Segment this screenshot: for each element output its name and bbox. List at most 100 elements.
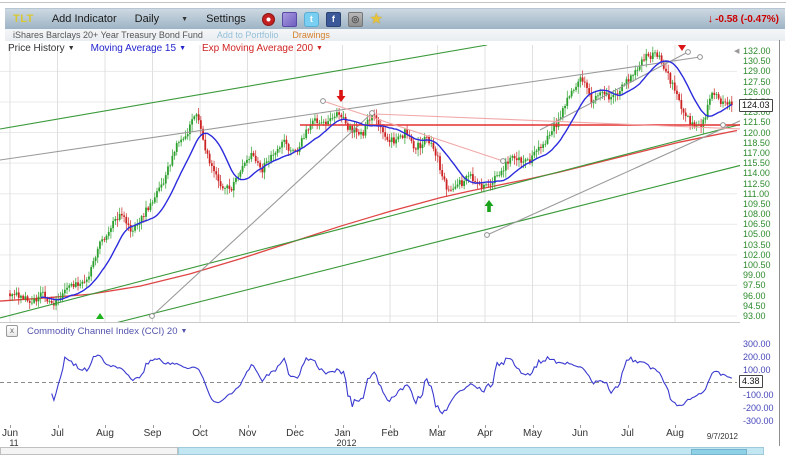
- drawing-handle[interactable]: [501, 159, 506, 164]
- candle-body: [468, 176, 470, 177]
- candle-body: [112, 221, 114, 228]
- trendline[interactable]: [0, 124, 740, 318]
- candle-body: [224, 188, 226, 189]
- exp-moving-average-dropdown[interactable]: Exp Moving Average 200 ▼: [202, 42, 323, 54]
- month-label: May: [523, 428, 542, 439]
- candle-body: [163, 184, 165, 185]
- candle-body: [727, 102, 729, 104]
- candle-body: [389, 140, 391, 142]
- drawing-handle[interactable]: [321, 99, 326, 104]
- candle-body: [158, 188, 160, 191]
- ma15-line[interactable]: [41, 61, 732, 300]
- drawing-handle[interactable]: [721, 123, 726, 128]
- add-indicator-button[interactable]: Add Indicator: [52, 13, 117, 25]
- candle-body: [507, 162, 509, 164]
- candle-body: [327, 121, 329, 124]
- cci-title[interactable]: Commodity Channel Index (CCI) 20: [27, 326, 177, 337]
- price-axis-label: 127.50: [743, 77, 771, 87]
- cci-close-button[interactable]: x: [6, 325, 18, 337]
- candle-body: [283, 140, 285, 142]
- candle-body: [448, 190, 450, 191]
- facebook-icon[interactable]: f: [326, 12, 341, 27]
- add-to-portfolio-link[interactable]: Add to Portfolio: [217, 30, 279, 40]
- interval-select[interactable]: Daily: [135, 13, 159, 25]
- price-axis-label: 111.00: [743, 189, 769, 199]
- candle-body: [566, 98, 568, 106]
- star-icon[interactable]: ★: [370, 13, 383, 26]
- candle-body: [544, 144, 546, 145]
- alarm-icon[interactable]: [262, 13, 275, 26]
- candle-body: [114, 219, 116, 221]
- candle-body: [20, 296, 22, 298]
- month-label: Feb: [381, 428, 398, 439]
- candle-body: [185, 136, 187, 138]
- trendline[interactable]: [375, 114, 740, 129]
- month-label: Jul: [621, 428, 634, 439]
- candle-body: [239, 172, 241, 177]
- candle-body: [171, 156, 173, 166]
- candle-body: [450, 190, 452, 191]
- candle-body: [724, 102, 726, 103]
- candle-body: [9, 293, 11, 296]
- annotation-arrow-down-block[interactable]: [337, 90, 346, 102]
- interval-caret-icon[interactable]: ▼: [181, 16, 188, 23]
- settings-button[interactable]: Settings: [206, 13, 246, 25]
- axis-scroll-arrow-icon[interactable]: ◀: [734, 47, 739, 55]
- candle-body: [66, 288, 68, 290]
- candle-body: [415, 148, 417, 149]
- trendline[interactable]: [540, 52, 688, 130]
- candle-body: [275, 153, 277, 155]
- annotation-arrow-down-tri[interactable]: [678, 45, 686, 51]
- ema200-line[interactable]: [0, 131, 737, 302]
- candle-body: [209, 154, 211, 164]
- scrollbar-history-zone[interactable]: [0, 447, 178, 455]
- candle-body: [417, 143, 419, 150]
- candle-body: [106, 236, 108, 240]
- drawing-handle[interactable]: [698, 55, 703, 60]
- candle-body: [110, 228, 112, 232]
- drawing-handle[interactable]: [485, 233, 490, 238]
- quote-change-text: -0.58 (-0.47%): [715, 14, 779, 25]
- candle-body: [452, 189, 454, 190]
- candle-body: [716, 94, 718, 95]
- candle-body: [360, 132, 362, 134]
- drawing-handle[interactable]: [686, 50, 691, 55]
- candle-body: [73, 284, 75, 287]
- candle-body: [62, 293, 64, 298]
- candle-body: [391, 137, 393, 142]
- candle-body: [31, 303, 33, 304]
- annotation-arrow-up-block[interactable]: [485, 200, 494, 212]
- price-chart-canvas[interactable]: [0, 45, 740, 326]
- horizontal-scrollbar[interactable]: [0, 447, 764, 455]
- drawing-handle[interactable]: [150, 314, 155, 319]
- month-label: Jul: [51, 428, 64, 439]
- price-history-dropdown[interactable]: Price History ▼: [8, 42, 75, 54]
- scrollbar-track[interactable]: [178, 447, 764, 455]
- candle-body: [336, 112, 338, 116]
- candle-body: [35, 299, 37, 302]
- scrollbar-thumb[interactable]: [691, 449, 747, 455]
- candle-body: [365, 124, 367, 135]
- chart-cube-icon[interactable]: [282, 12, 297, 27]
- candle-body: [702, 120, 704, 127]
- candle-body: [228, 186, 230, 189]
- candle-body: [33, 299, 35, 303]
- candle-body: [393, 137, 395, 143]
- candle-body: [487, 184, 489, 185]
- trendline[interactable]: [0, 45, 487, 129]
- candle-body: [512, 156, 514, 158]
- camera-icon[interactable]: ◎: [348, 12, 363, 27]
- candle-body: [196, 114, 198, 116]
- candle-body: [430, 143, 432, 144]
- cci-caret-icon[interactable]: ▼: [180, 328, 187, 335]
- candle-body: [253, 153, 255, 156]
- drawings-link[interactable]: Drawings: [292, 30, 330, 40]
- candle-body: [255, 156, 257, 161]
- candle-body: [501, 171, 503, 175]
- drawing-handle[interactable]: [370, 111, 375, 116]
- cci-chart-canvas[interactable]: [0, 338, 740, 426]
- candle-body: [610, 97, 612, 99]
- moving-average-dropdown[interactable]: Moving Average 15 ▼: [91, 42, 186, 54]
- candle-body: [538, 147, 540, 151]
- twitter-icon[interactable]: t: [304, 12, 319, 27]
